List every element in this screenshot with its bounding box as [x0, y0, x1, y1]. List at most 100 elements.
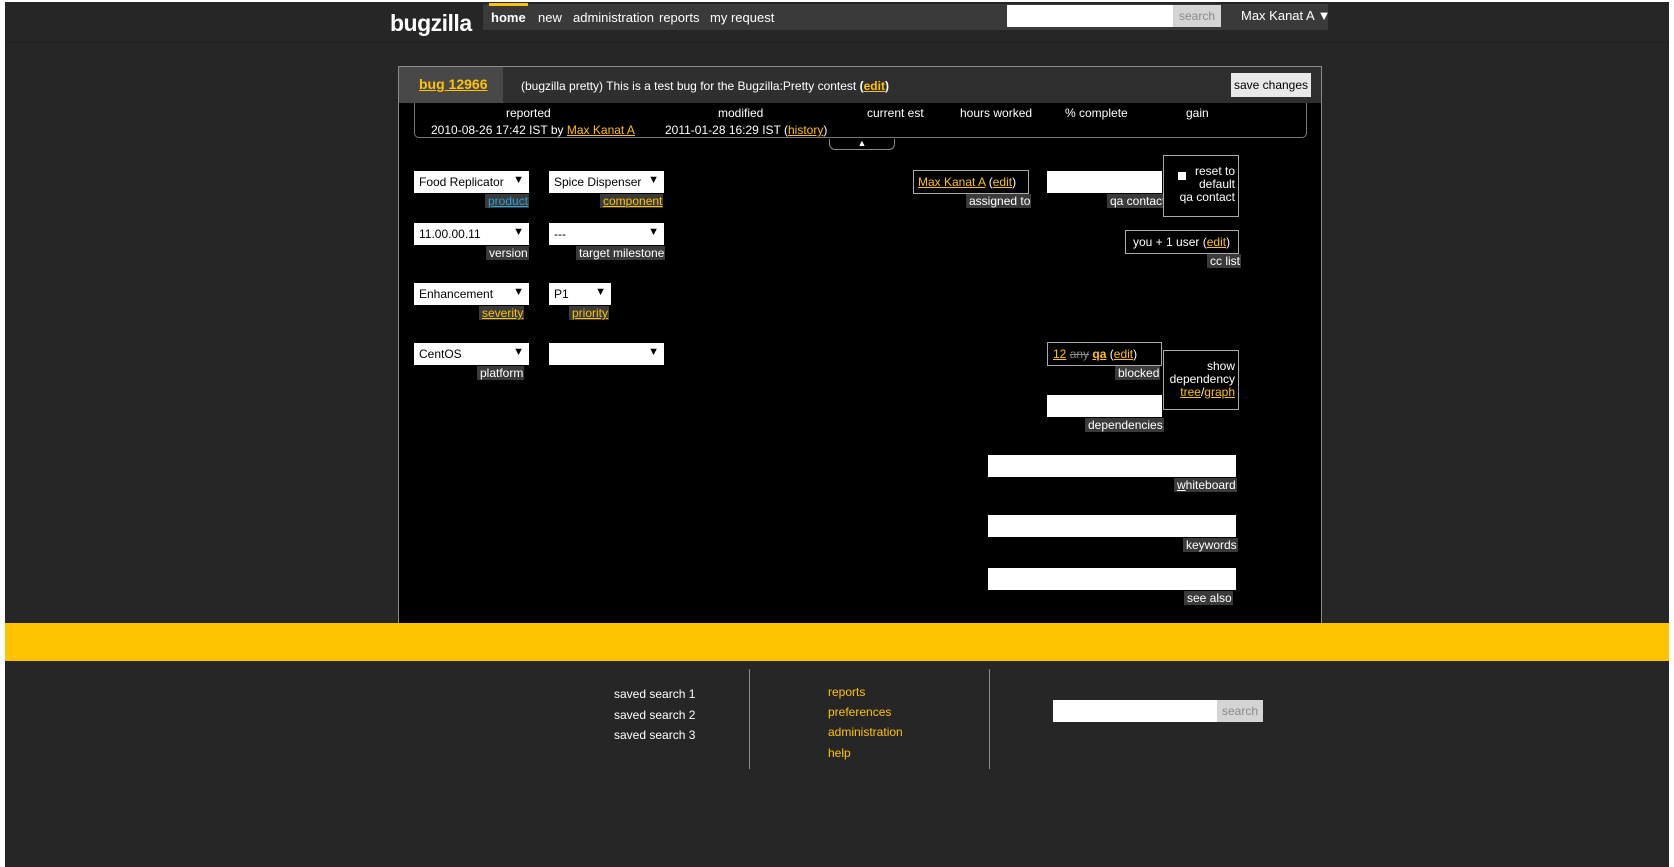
version-select[interactable]: 11.00.00.11 ▼	[414, 223, 529, 245]
nav-new[interactable]: new	[538, 10, 562, 25]
blocked-edit-open: (	[1106, 347, 1114, 361]
modified-close: )	[823, 123, 828, 137]
cc-value: you + 1 user (	[1133, 235, 1207, 249]
os-select[interactable]: ▼	[549, 343, 664, 365]
platform-value: CentOS	[419, 347, 462, 361]
keywords-label: keywords	[1183, 538, 1238, 552]
top-search-input[interactable]	[1007, 5, 1177, 27]
bug-id-link[interactable]: bug 12966	[419, 76, 487, 92]
page-frame: bugzilla home new administration reports…	[5, 2, 1669, 867]
reporter-link[interactable]: Max Kanat A	[567, 123, 635, 137]
blocked-bug-12-link[interactable]: 12	[1053, 347, 1066, 361]
dependency-tree-link[interactable]: tree	[1180, 385, 1201, 399]
footer-divider-1	[749, 669, 750, 769]
severity-label[interactable]: severity	[479, 306, 525, 320]
nav-home[interactable]: home	[489, 3, 528, 25]
reported-date: 2010-08-26 17:42 IST by	[431, 123, 564, 137]
dependency-graph-link[interactable]: graph	[1204, 385, 1235, 399]
severity-label-link[interactable]: severity	[482, 306, 523, 320]
assignee-link[interactable]: Max Kanat A	[918, 175, 985, 189]
product-label-link[interactable]: product	[488, 194, 528, 208]
dependency-text: show dependency tree/graph	[1170, 360, 1235, 399]
footer: saved search 1 saved search 2 saved sear…	[5, 661, 1669, 867]
dependencies-input[interactable]	[1047, 395, 1162, 417]
priority-value: P1	[554, 287, 569, 301]
chevron-down-icon: ▼	[513, 174, 524, 186]
saved-search-3[interactable]: saved search 3	[614, 728, 695, 742]
stat-reported-value: 2010-08-26 17:42 IST by Max Kanat A	[431, 123, 635, 137]
stat-modified-header: modified	[718, 106, 764, 120]
stat-reported-header: reported	[506, 106, 551, 120]
whiteboard-accesskey: w	[1177, 478, 1186, 492]
cc-edit-link[interactable]: edit	[1207, 235, 1226, 249]
saved-search-1[interactable]: saved search 1	[614, 687, 695, 701]
bug-summary-text: (bugzilla pretty) This is a test bug for…	[521, 79, 857, 93]
whiteboard-label-rest: hiteboard	[1185, 478, 1236, 492]
bug-header: bug 12966 (bugzilla pretty) This is a te…	[399, 67, 1321, 103]
whiteboard-label: whiteboard	[1174, 478, 1237, 492]
cc-list-label: cc list	[1207, 254, 1241, 268]
assigned-to-label: assigned to	[966, 194, 1032, 208]
blocked-edit-close: )	[1133, 347, 1138, 361]
qa-contact-label: qa contact	[1107, 194, 1167, 208]
reset-qa-box[interactable]: reset to default qa contact	[1163, 155, 1239, 217]
whiteboard-input[interactable]	[988, 455, 1236, 477]
target-milestone-label: target milestone	[576, 246, 666, 260]
blocked-edit-link[interactable]: edit	[1114, 347, 1133, 361]
component-select[interactable]: Spice Dispenser ▼	[549, 171, 664, 193]
chevron-down-icon: ▼	[595, 286, 606, 298]
save-changes-button[interactable]: save changes	[1231, 73, 1311, 97]
assignee-edit-link[interactable]: edit	[993, 175, 1012, 189]
severity-select[interactable]: Enhancement ▼	[414, 283, 529, 305]
bug-id-box: bug 12966	[399, 67, 503, 103]
collapse-stats-button[interactable]: ▲	[829, 139, 895, 150]
cc-edit-close: )	[1226, 235, 1231, 249]
triangle-up-icon: ▲	[857, 138, 867, 148]
bugzilla-logo[interactable]: bugzilla	[390, 10, 472, 37]
footer-search-button[interactable]: search	[1217, 700, 1263, 722]
product-label[interactable]: product	[485, 194, 530, 208]
keywords-input[interactable]	[988, 515, 1236, 537]
footer-search-input[interactable]	[1053, 700, 1219, 722]
nav-administration[interactable]: administration	[573, 10, 654, 25]
priority-label-link[interactable]: priority	[572, 306, 608, 320]
top-navigation: bugzilla home new administration reports…	[5, 2, 1669, 43]
footer-help-link[interactable]: help	[828, 746, 851, 760]
version-value: 11.00.00.11	[419, 227, 481, 241]
priority-select[interactable]: P1 ▼	[549, 283, 611, 305]
target-milestone-select[interactable]: --- ▼	[549, 223, 664, 245]
priority-label[interactable]: priority	[569, 306, 610, 320]
dependencies-label: dependencies	[1085, 418, 1164, 432]
footer-reports-link[interactable]: reports	[828, 685, 865, 699]
product-select[interactable]: Food Replicator ▼	[414, 171, 529, 193]
platform-label: platform	[477, 366, 525, 380]
footer-administration-link[interactable]: administration	[828, 725, 903, 739]
component-label[interactable]: component	[600, 194, 664, 208]
blocked-label: blocked	[1115, 366, 1161, 380]
dependency-box: show dependency tree/graph	[1163, 350, 1239, 410]
history-link[interactable]: history	[788, 123, 823, 137]
blocked-bug-qa-link[interactable]: qa	[1092, 347, 1106, 361]
saved-search-2[interactable]: saved search 2	[614, 708, 695, 722]
chevron-down-icon: ▼	[648, 174, 659, 186]
blocked-bug-any-link[interactable]: any	[1070, 347, 1089, 361]
severity-value: Enhancement	[419, 287, 494, 301]
bug-summary: (bugzilla pretty) This is a test bug for…	[521, 79, 889, 93]
bug-stats: reported modified current est hours work…	[414, 103, 1307, 138]
see-also-input[interactable]	[988, 568, 1236, 590]
component-label-link[interactable]: component	[603, 194, 662, 208]
user-menu[interactable]: Max Kanat A ▼	[1241, 8, 1330, 23]
top-search-button[interactable]: search	[1173, 5, 1221, 27]
platform-select[interactable]: CentOS ▼	[414, 343, 529, 365]
cc-list-box: you + 1 user (edit)	[1125, 230, 1239, 254]
nav-my-request[interactable]: my request	[710, 10, 774, 25]
footer-accent-band	[5, 623, 1669, 661]
qa-contact-input[interactable]	[1047, 171, 1162, 193]
stat-current-est-header: current est	[867, 106, 924, 120]
product-value: Food Replicator	[419, 175, 504, 189]
summary-edit-close: )	[884, 79, 889, 93]
footer-preferences-link[interactable]: preferences	[828, 705, 891, 719]
nav-reports[interactable]: reports	[659, 10, 699, 25]
summary-edit-link[interactable]: edit	[864, 79, 885, 93]
chevron-down-icon: ▼	[648, 226, 659, 238]
